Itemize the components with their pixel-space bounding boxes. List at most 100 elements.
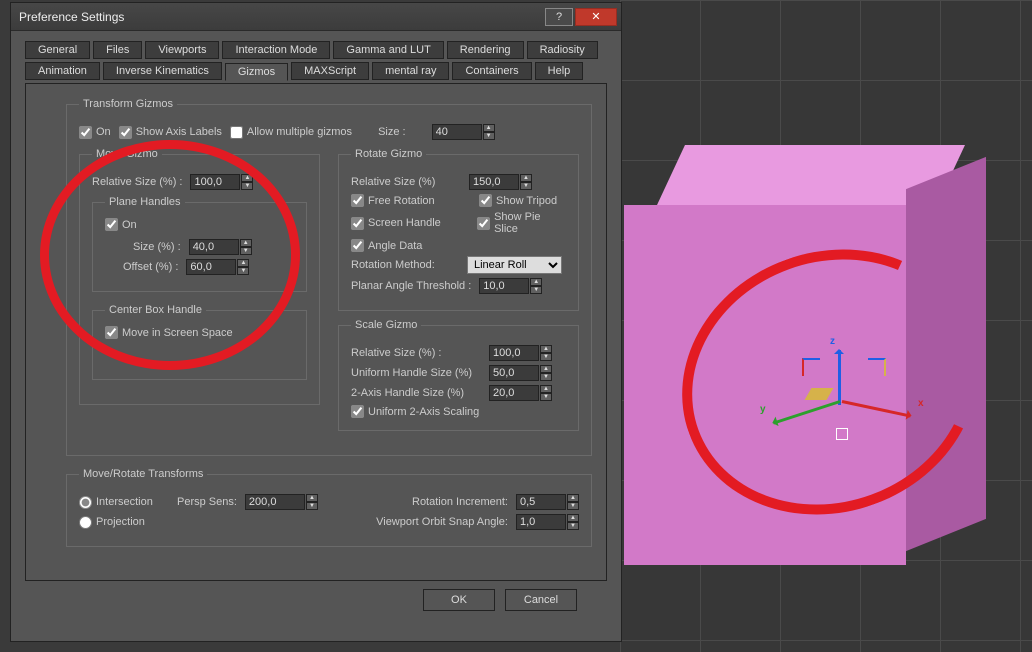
spin-up-icon[interactable]: ▲ [530, 278, 542, 286]
tab-interaction-mode[interactable]: Interaction Mode [222, 41, 330, 59]
spinner-rotate-relsize[interactable]: ▲▼ [469, 174, 532, 190]
label-planar-threshold: Planar Angle Threshold : [351, 280, 471, 292]
tab-mental-ray[interactable]: mental ray [372, 62, 449, 80]
spin-up-icon[interactable]: ▲ [540, 345, 552, 353]
radio-projection[interactable]: Projection [79, 516, 169, 529]
spin-down-icon[interactable]: ▼ [306, 502, 318, 510]
spinner-planar-threshold[interactable]: ▲▼ [479, 278, 542, 294]
gizmo-center-box[interactable] [836, 428, 848, 440]
transform-gizmo[interactable]: x y z [770, 350, 920, 470]
spin-down-icon[interactable]: ▼ [567, 522, 579, 530]
spin-up-icon[interactable]: ▲ [567, 514, 579, 522]
spinner-size[interactable]: ▲▼ [432, 124, 495, 140]
label-plane-size: Size (%) : [133, 241, 181, 253]
spin-up-icon[interactable]: ▲ [540, 365, 552, 373]
spinner-plane-size[interactable]: ▲▼ [189, 239, 252, 255]
checkbox-show-pie-slice[interactable]: Show Pie Slice [477, 211, 566, 235]
spin-up-icon[interactable]: ▲ [483, 124, 495, 132]
spin-down-icon[interactable]: ▼ [540, 373, 552, 381]
spin-down-icon[interactable]: ▼ [237, 267, 249, 275]
tab-help[interactable]: Help [535, 62, 584, 80]
spin-up-icon[interactable]: ▲ [241, 174, 253, 182]
gizmo-axis-x[interactable] [842, 400, 911, 417]
tab-files[interactable]: Files [93, 41, 142, 59]
checkbox-allow-multiple-gizmos[interactable]: Allow multiple gizmos [230, 126, 352, 139]
tab-gamma-lut[interactable]: Gamma and LUT [333, 41, 443, 59]
spin-up-icon[interactable]: ▲ [540, 385, 552, 393]
radio-intersection[interactable]: Intersection [79, 496, 169, 509]
group-move-gizmo: Move Gizmo Relative Size (%) : ▲▼ Plane … [79, 148, 320, 405]
gizmo-plane-handle[interactable] [805, 388, 834, 400]
input-move-relsize[interactable] [190, 174, 240, 190]
group-transform-gizmos: Transform Gizmos On Show Axis Labels All… [66, 98, 592, 456]
spin-down-icon[interactable]: ▼ [520, 182, 532, 190]
titlebar[interactable]: Preference Settings ? ✕ [11, 3, 621, 31]
input-scale-relsize[interactable] [489, 345, 539, 361]
input-plane-size[interactable] [189, 239, 239, 255]
viewport-3d[interactable] [620, 0, 1032, 652]
tab-maxscript[interactable]: MAXScript [291, 62, 369, 80]
spinner-2axis-handle[interactable]: ▲▼ [489, 385, 552, 401]
input-size[interactable] [432, 124, 482, 140]
window-title: Preference Settings [19, 10, 543, 24]
tab-containers[interactable]: Containers [452, 62, 531, 80]
spinner-rotation-increment[interactable]: ▲▼ [516, 494, 579, 510]
gizmo-corner [868, 358, 886, 376]
spin-down-icon[interactable]: ▼ [240, 247, 252, 255]
input-plane-offset[interactable] [186, 259, 236, 275]
ok-button[interactable]: OK [423, 589, 495, 611]
checkbox-show-axis-labels[interactable]: Show Axis Labels [119, 126, 222, 139]
preference-settings-dialog: Preference Settings ? ✕ General Files Vi… [10, 2, 622, 642]
spin-down-icon[interactable]: ▼ [530, 286, 542, 294]
checkbox-show-tripod[interactable]: Show Tripod [479, 194, 557, 207]
spinner-orbit-snap[interactable]: ▲▼ [516, 514, 579, 530]
spin-down-icon[interactable]: ▼ [483, 132, 495, 140]
spin-down-icon[interactable]: ▼ [241, 182, 253, 190]
spin-up-icon[interactable]: ▲ [237, 259, 249, 267]
tab-gizmos[interactable]: Gizmos [225, 63, 288, 81]
checkbox-move-screen-space[interactable]: Move in Screen Space [105, 326, 294, 339]
dialog-button-row: OK Cancel [25, 581, 607, 615]
group-rotate-gizmo: Rotate Gizmo Relative Size (%) ▲▼ Free R… [338, 148, 579, 311]
checkbox-plane-on[interactable]: On [105, 218, 294, 231]
input-rotation-increment[interactable] [516, 494, 566, 510]
input-orbit-snap[interactable] [516, 514, 566, 530]
input-rotate-relsize[interactable] [469, 174, 519, 190]
tab-radiosity[interactable]: Radiosity [527, 41, 598, 59]
input-uniform-handle[interactable] [489, 365, 539, 381]
spinner-uniform-handle[interactable]: ▲▼ [489, 365, 552, 381]
tab-inverse-kinematics[interactable]: Inverse Kinematics [103, 62, 222, 80]
spinner-persp-sens[interactable]: ▲▼ [245, 494, 318, 510]
input-planar-threshold[interactable] [479, 278, 529, 294]
label-size: Size : [378, 126, 406, 138]
spin-up-icon[interactable]: ▲ [567, 494, 579, 502]
input-persp-sens[interactable] [245, 494, 305, 510]
checkbox-angle-data[interactable]: Angle Data [351, 239, 422, 252]
tab-animation[interactable]: Animation [25, 62, 100, 80]
checkbox-on[interactable]: On [79, 126, 111, 139]
tab-general[interactable]: General [25, 41, 90, 59]
checkbox-free-rotation[interactable]: Free Rotation [351, 194, 471, 207]
close-button[interactable]: ✕ [575, 8, 617, 26]
combo-rotation-method[interactable]: Linear Roll [467, 256, 562, 274]
spin-down-icon[interactable]: ▼ [540, 353, 552, 361]
spin-up-icon[interactable]: ▲ [306, 494, 318, 502]
spinner-scale-relsize[interactable]: ▲▼ [489, 345, 552, 361]
checkbox-uniform-2axis-scaling[interactable]: Uniform 2-Axis Scaling [351, 405, 566, 418]
gizmo-axis-z[interactable] [838, 350, 841, 405]
spin-up-icon[interactable]: ▲ [520, 174, 532, 182]
gizmo-axis-y[interactable] [773, 400, 841, 424]
tab-viewports[interactable]: Viewports [145, 41, 219, 59]
legend-plane-handles: Plane Handles [105, 196, 185, 208]
checkbox-screen-handle[interactable]: Screen Handle [351, 217, 469, 230]
spin-down-icon[interactable]: ▼ [567, 502, 579, 510]
cancel-button[interactable]: Cancel [505, 589, 577, 611]
tab-rendering[interactable]: Rendering [447, 41, 524, 59]
spinner-move-relsize[interactable]: ▲▼ [190, 174, 253, 190]
spinner-plane-offset[interactable]: ▲▼ [186, 259, 249, 275]
spin-up-icon[interactable]: ▲ [240, 239, 252, 247]
input-2axis-handle[interactable] [489, 385, 539, 401]
tab-row-2: Animation Inverse Kinematics Gizmos MAXS… [25, 62, 607, 80]
help-button[interactable]: ? [545, 8, 573, 26]
spin-down-icon[interactable]: ▼ [540, 393, 552, 401]
